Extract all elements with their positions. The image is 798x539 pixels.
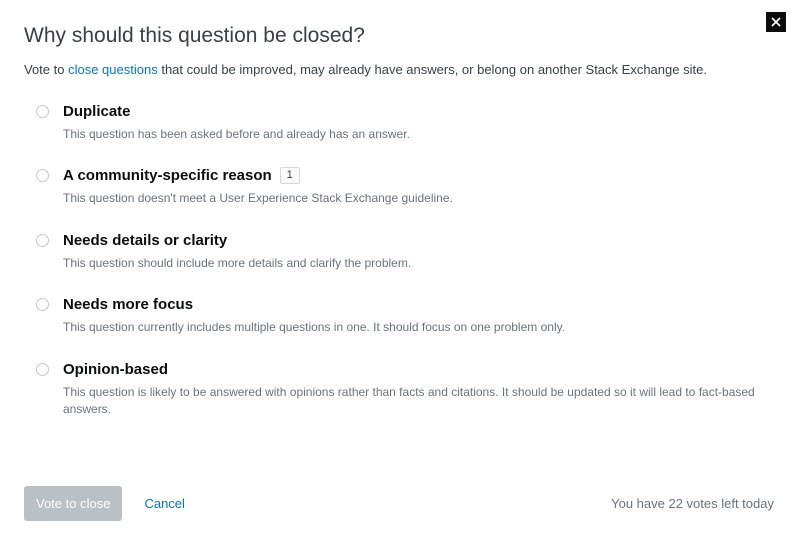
option-title: Needs details or clarity [63,232,774,249]
vote-count-badge: 1 [280,167,300,184]
radio-needs-details[interactable] [36,234,49,247]
dialog-subtitle: Vote to close questions that could be im… [24,62,774,77]
option-body: A community-specific reason 1 This quest… [63,167,774,207]
option-title-text: Needs more focus [63,296,193,313]
option-needs-details[interactable]: Needs details or clarity This question s… [36,232,774,272]
close-reason-list: Duplicate This question has been asked b… [24,103,774,418]
option-title-text: Needs details or clarity [63,232,227,249]
option-desc: This question currently includes multipl… [63,319,774,336]
radio-community-specific[interactable] [36,169,49,182]
cancel-button[interactable]: Cancel [144,496,184,511]
option-title-text: Duplicate [63,103,131,120]
option-desc: This question is likely to be answered w… [63,384,774,419]
subtitle-text-post: that could be improved, may already have… [158,62,707,77]
option-desc: This question should include more detail… [63,255,774,272]
option-title: Needs more focus [63,296,774,313]
option-desc: This question has been asked before and … [63,126,774,143]
option-title: Opinion-based [63,361,774,378]
option-community-specific[interactable]: A community-specific reason 1 This quest… [36,167,774,207]
option-needs-focus[interactable]: Needs more focus This question currently… [36,296,774,336]
option-body: Needs details or clarity This question s… [63,232,774,272]
subtitle-text-pre: Vote to [24,62,68,77]
close-button[interactable] [766,12,786,32]
option-duplicate[interactable]: Duplicate This question has been asked b… [36,103,774,143]
option-title-text: Opinion-based [63,361,168,378]
option-body: Duplicate This question has been asked b… [63,103,774,143]
radio-needs-focus[interactable] [36,298,49,311]
vote-to-close-button[interactable]: Vote to close [24,486,122,521]
option-body: Opinion-based This question is likely to… [63,361,774,419]
dialog-footer: Vote to close Cancel You have 22 votes l… [24,486,774,521]
option-title: Duplicate [63,103,774,120]
option-body: Needs more focus This question currently… [63,296,774,336]
dialog-title: Why should this question be closed? [24,24,774,48]
votes-remaining-text: You have 22 votes left today [611,496,774,511]
option-title-text: A community-specific reason [63,167,272,184]
radio-opinion-based[interactable] [36,363,49,376]
option-title: A community-specific reason 1 [63,167,774,184]
close-icon [771,17,781,27]
radio-duplicate[interactable] [36,105,49,118]
option-desc: This question doesn't meet a User Experi… [63,190,774,207]
close-questions-link[interactable]: close questions [68,62,158,77]
option-opinion-based[interactable]: Opinion-based This question is likely to… [36,361,774,419]
